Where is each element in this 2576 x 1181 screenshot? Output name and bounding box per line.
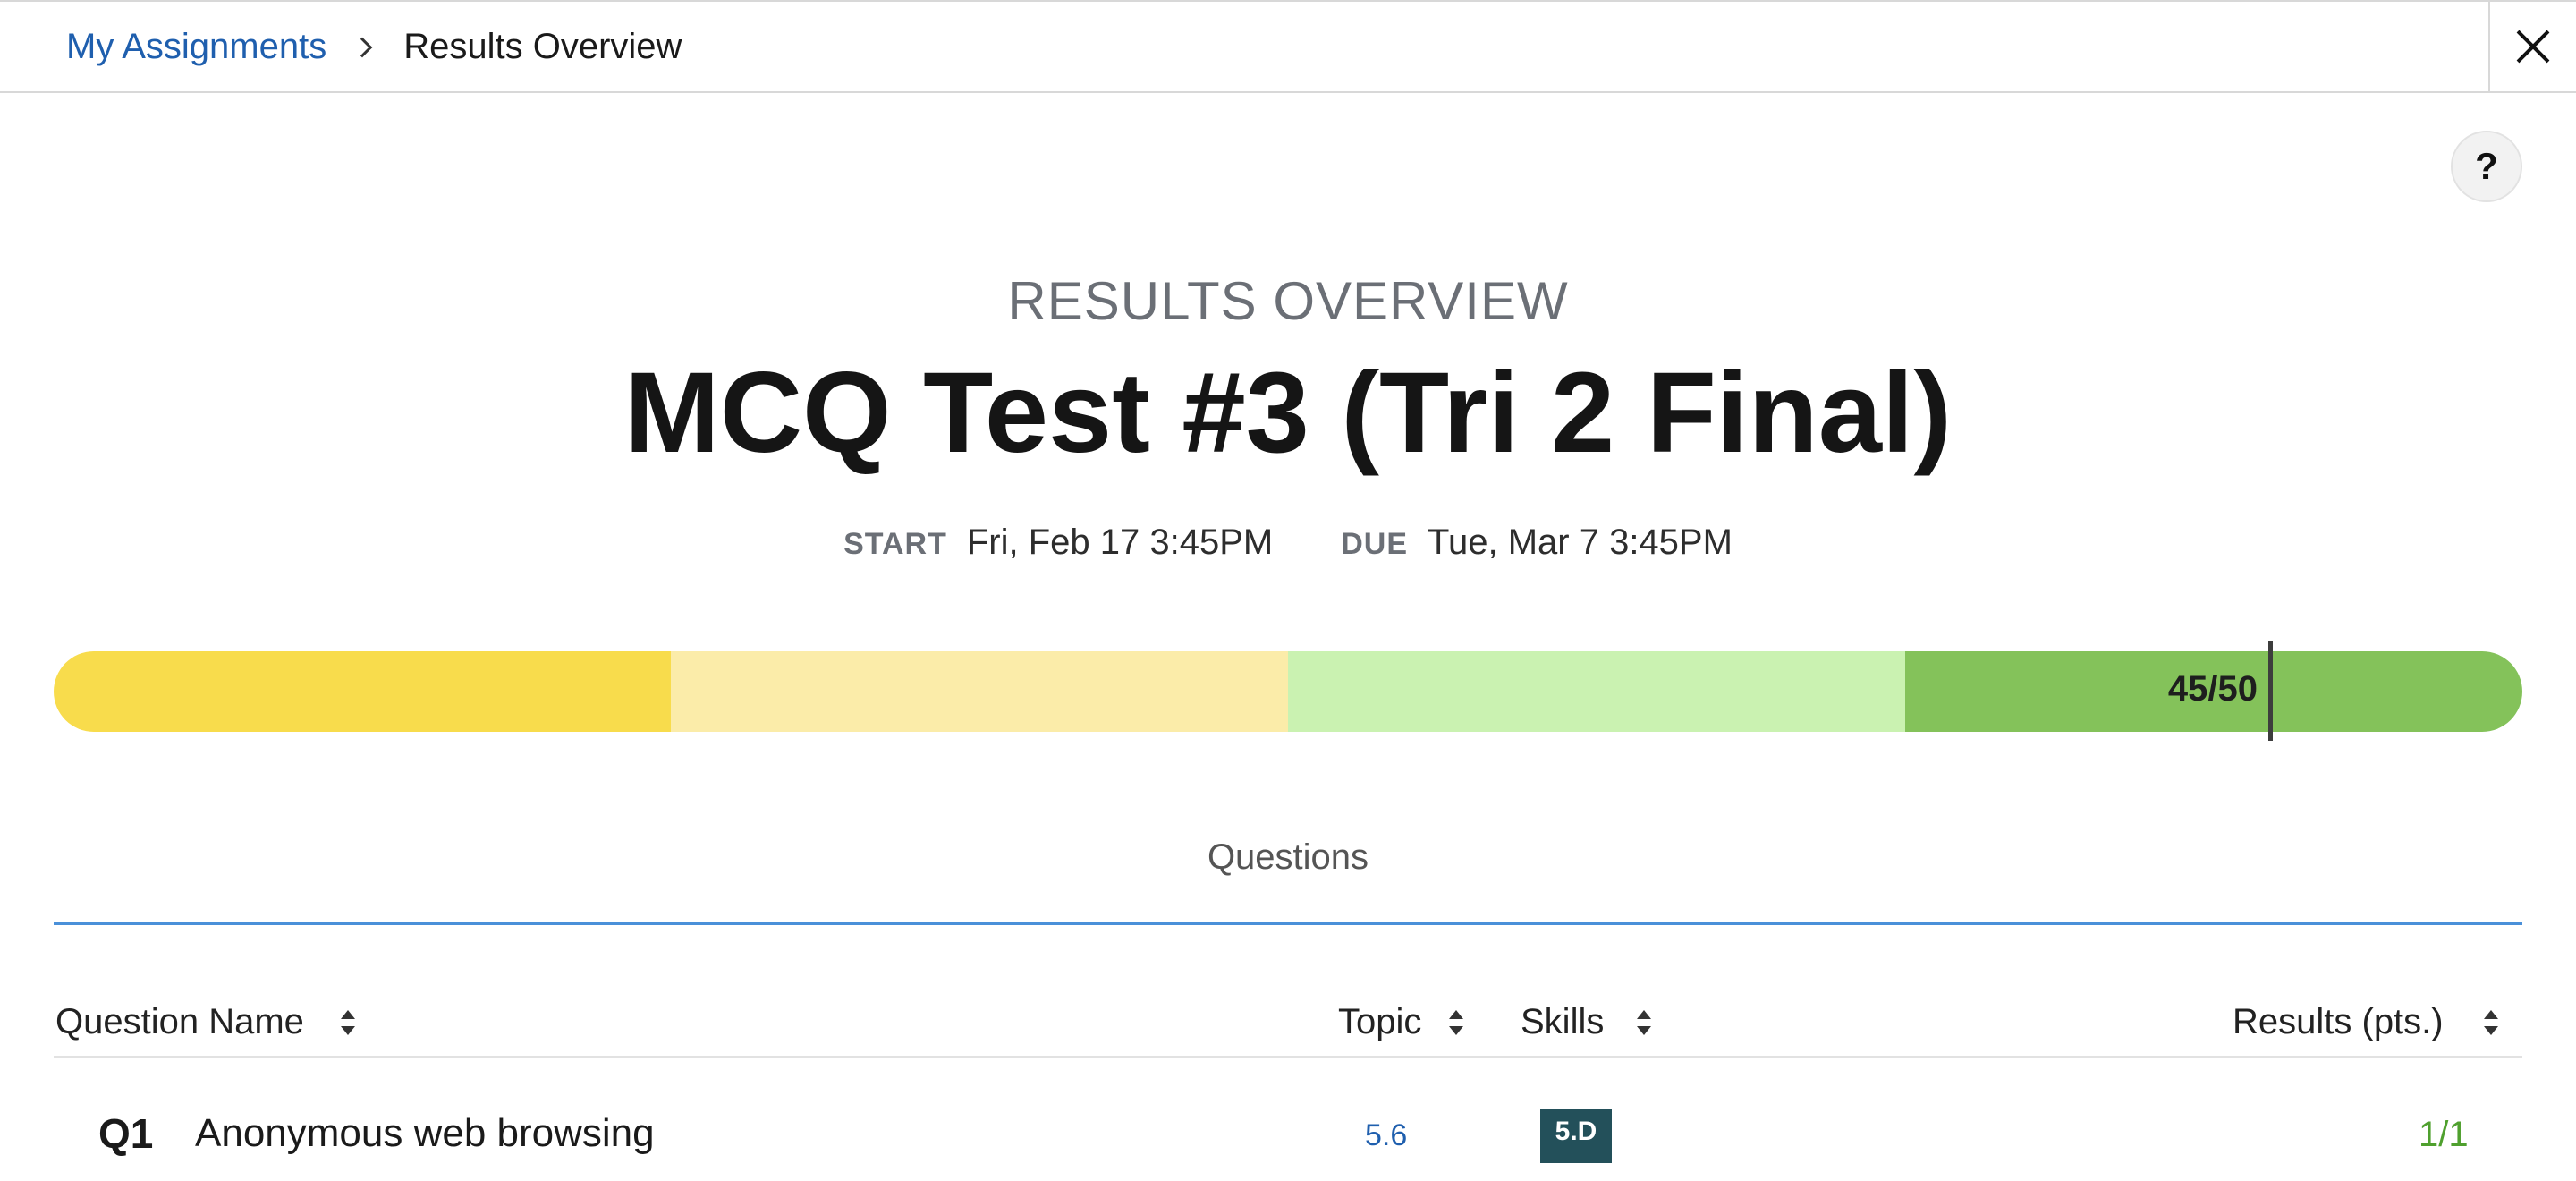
score-band-1 <box>54 651 671 732</box>
column-header-topic[interactable]: Topic <box>1338 1002 1464 1042</box>
tab-questions[interactable]: Questions <box>0 837 2576 878</box>
question-number: Q1 <box>98 1110 154 1157</box>
start-date: Fri, Feb 17 3:45PM <box>966 523 1274 562</box>
chevron-right-icon <box>350 33 377 60</box>
score-band-3 <box>1288 651 1905 732</box>
score-band-2 <box>671 651 1288 732</box>
score-marker <box>2268 641 2273 741</box>
breadcrumb-current: Results Overview <box>403 26 682 66</box>
table-row[interactable]: Q1 Anonymous web browsing 5.6 5.D 1/1 <box>54 1109 2522 1181</box>
help-button[interactable]: ? <box>2451 131 2522 202</box>
due-date: Tue, Mar 7 3:45PM <box>1428 523 1733 562</box>
breadcrumb-my-assignments[interactable]: My Assignments <box>66 27 326 67</box>
sort-icon[interactable] <box>1448 1007 1464 1039</box>
skill-badge: 5.D <box>1540 1109 1612 1163</box>
column-header-skills[interactable]: Skills <box>1521 1002 1652 1042</box>
top-bar: My Assignments Results Overview <box>0 0 2576 93</box>
column-label: Skills <box>1521 1002 1605 1041</box>
close-icon <box>2515 29 2551 64</box>
column-header-results[interactable]: Results (pts.) <box>2233 1002 2499 1042</box>
sort-icon[interactable] <box>340 1007 356 1039</box>
breadcrumb: My Assignments Results Overview <box>66 27 682 67</box>
table-header: Question Name Topic Skills Results (pts.… <box>54 984 2522 1058</box>
close-button[interactable] <box>2488 2 2576 91</box>
start-label: START <box>843 527 947 561</box>
question-topic-link[interactable]: 5.6 <box>1365 1118 1407 1153</box>
assignment-dates: START Fri, Feb 17 3:45PM DUE Tue, Mar 7 … <box>0 523 2576 563</box>
question-name[interactable]: Anonymous web browsing <box>195 1111 655 1156</box>
page-title: MCQ Test #3 (Tri 2 Final) <box>623 349 1953 477</box>
score-label: 45/50 <box>2167 669 2258 709</box>
page-overline: RESULTS OVERVIEW <box>1007 271 1569 331</box>
start-date-group: START Fri, Feb 17 3:45PM <box>843 523 1273 563</box>
sort-icon[interactable] <box>2483 1007 2499 1039</box>
column-label: Results (pts.) <box>2233 1002 2444 1041</box>
question-result: 1/1 <box>2419 1115 2469 1154</box>
due-label: DUE <box>1341 527 1409 561</box>
column-header-question-name[interactable]: Question Name <box>55 1002 356 1042</box>
column-label: Topic <box>1338 1002 1422 1041</box>
column-label: Question Name <box>55 1002 304 1041</box>
sort-icon[interactable] <box>1636 1007 1652 1039</box>
tab-active-indicator <box>54 922 2522 925</box>
due-date-group: DUE Tue, Mar 7 3:45PM <box>1341 523 1733 563</box>
